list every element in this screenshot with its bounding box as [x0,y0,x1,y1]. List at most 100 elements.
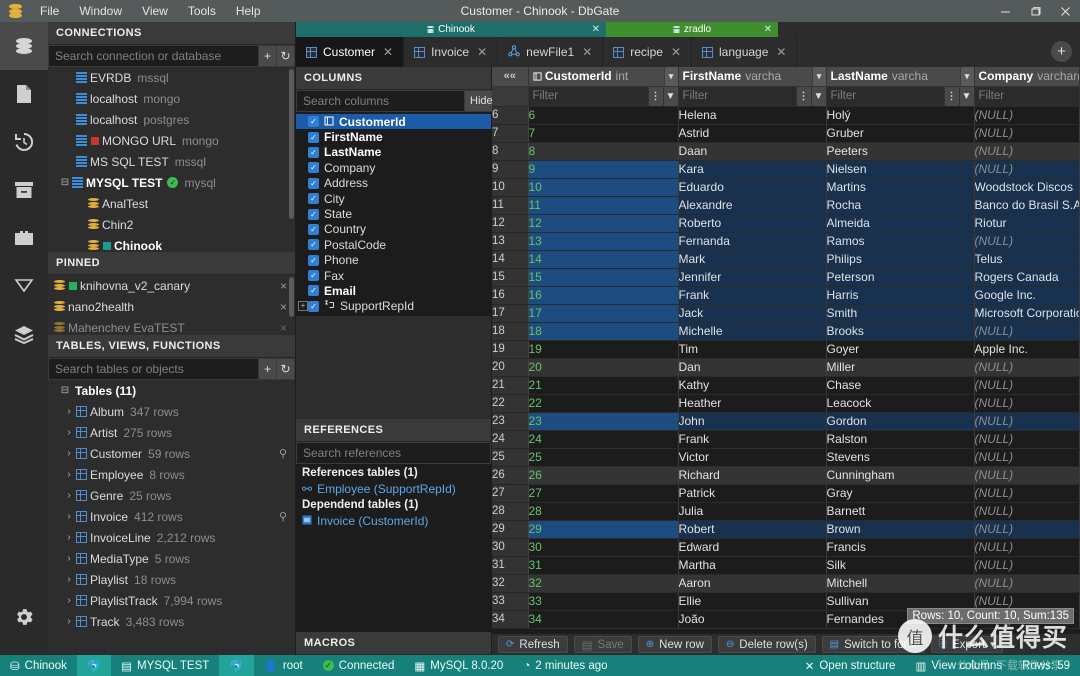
cell-last[interactable]: Brooks [826,322,974,340]
column-item-phone[interactable]: ✓ Phone [296,253,491,268]
menu-file[interactable]: File [30,2,69,20]
cell-last[interactable]: Gruber [826,124,974,142]
cell-company[interactable]: Apple Inc. [974,340,1080,358]
expand-icon[interactable]: + [298,301,308,311]
cell-company[interactable]: (NULL) [974,160,1080,178]
cell-id[interactable]: 9 [528,160,678,178]
checkbox[interactable]: ✓ [308,270,319,281]
cell-id[interactable]: 23 [528,412,678,430]
close-icon[interactable]: ✕ [477,45,487,59]
table-row[interactable]: 2424FrankRalston(NULL) [492,430,1080,448]
cell-first[interactable]: Jack [678,304,826,322]
cell-company[interactable]: (NULL) [974,520,1080,538]
rail-archive-icon[interactable] [0,166,48,214]
expand-icon[interactable]: › [62,553,76,564]
cell-first[interactable]: Alexandre [678,196,826,214]
cell-id[interactable]: 15 [528,268,678,286]
cell-id[interactable]: 19 [528,340,678,358]
cell-company[interactable]: (NULL) [974,502,1080,520]
cell-id[interactable]: 8 [528,142,678,160]
pin-icon[interactable]: ⚲ [279,510,287,523]
expand-icon[interactable]: › [62,511,76,522]
column-item-country[interactable]: ✓ Country [296,222,491,237]
cell-id[interactable]: 13 [528,232,678,250]
cell-company[interactable]: (NULL) [974,232,1080,250]
table-row[interactable]: 1313FernandaRamos(NULL) [492,232,1080,250]
chevron-down-icon[interactable]: ▾ [664,67,678,86]
cell-company[interactable]: (NULL) [974,466,1080,484]
grid-header-firstname[interactable]: FirstNamevarcha ▾ [678,67,826,86]
cell-first[interactable]: Frank [678,430,826,448]
cell-last[interactable]: Brown [826,520,974,538]
row-number[interactable]: 21 [492,376,528,394]
menu-tools[interactable]: Tools [178,2,226,20]
table-row[interactable]: 2626RichardCunningham(NULL) [492,466,1080,484]
row-number[interactable]: 24 [492,430,528,448]
checkbox[interactable]: ✓ [308,116,319,127]
cell-id[interactable]: 28 [528,502,678,520]
cell-id[interactable]: 21 [528,376,678,394]
cell-id[interactable]: 34 [528,610,678,628]
cell-company[interactable]: (NULL) [974,358,1080,376]
row-number[interactable]: 6 [492,106,528,124]
cell-id[interactable]: 31 [528,556,678,574]
cell-last[interactable]: Gray [826,484,974,502]
connection-item[interactable]: MS SQL TEST mssql [48,151,295,172]
row-number[interactable]: 17 [492,304,528,322]
cell-first[interactable]: Tim [678,340,826,358]
table-row[interactable]: 1414MarkPhilipsTelus [492,250,1080,268]
refresh-tables-button[interactable]: ↻ [277,358,295,380]
column-item-postalcode[interactable]: ✓ PostalCode [296,237,491,252]
cell-first[interactable]: Kara [678,160,826,178]
checkbox[interactable]: ✓ [308,255,319,266]
table-row[interactable]: 1818MichelleBrooks(NULL) [492,322,1080,340]
table-row[interactable]: 2929RobertBrown(NULL) [492,520,1080,538]
checkbox[interactable]: ✓ [308,147,319,158]
data-grid-scroll[interactable]: «« CustomerIdint ▾ FirstNamevarcha ▾ [492,67,1080,633]
column-item-state[interactable]: ✓ State [296,206,491,221]
row-number[interactable]: 26 [492,466,528,484]
cell-company[interactable]: Riotur [974,214,1080,232]
add-table-button[interactable]: + [259,358,277,380]
menu-help[interactable]: Help [226,2,271,20]
cell-first[interactable]: Ellie [678,592,826,610]
table-item-customer[interactable]: › Customer 59 rows ⚲ [48,443,295,464]
export-button[interactable]: ⎘ Export ▾ [931,636,1003,653]
column-item-customerid[interactable]: ✓ CustomerId [296,114,491,129]
cell-id[interactable]: 18 [528,322,678,340]
cell-id[interactable]: 33 [528,592,678,610]
cell-last[interactable]: Holý [826,106,974,124]
table-row[interactable]: 88DaanPeeters(NULL) [492,142,1080,160]
cell-company[interactable]: (NULL) [974,484,1080,502]
filter-input-company[interactable] [975,87,1080,106]
table-row[interactable]: 2727PatrickGray(NULL) [492,484,1080,502]
dependend-link-invoice[interactable]: Invoice (CustomerId) [296,513,491,529]
cell-id[interactable]: 14 [528,250,678,268]
table-item-album[interactable]: › Album 347 rows [48,401,295,422]
tab-newfile1[interactable]: newFile1 ✕ [498,37,603,67]
checkbox[interactable]: ✓ [308,224,319,235]
cell-first[interactable]: Jennifer [678,268,826,286]
row-number[interactable]: 25 [492,448,528,466]
cell-first[interactable]: Daan [678,142,826,160]
cell-id[interactable]: 11 [528,196,678,214]
menu-view[interactable]: View [132,2,178,20]
row-number[interactable]: 20 [492,358,528,376]
switch-to-form-button[interactable]: ▤ Switch to form [822,636,925,653]
table-item-employee[interactable]: › Employee 8 rows [48,464,295,485]
close-icon[interactable]: ✕ [383,45,393,59]
table-row[interactable]: 1919TimGoyerApple Inc. [492,340,1080,358]
cell-company[interactable]: (NULL) [974,142,1080,160]
database-item-chinook[interactable]: Chinook [48,235,295,252]
refresh-button[interactable]: ⟳ Refresh [498,636,568,653]
db-tab-zradlo[interactable]: zradlo ✕ [606,22,778,37]
status-user[interactable]: 👤 root [254,655,313,676]
cell-last[interactable]: Goyer [826,340,974,358]
close-icon[interactable]: × [280,321,287,335]
cell-first[interactable]: Mark [678,250,826,268]
table-row[interactable]: 3131MarthaSilk(NULL) [492,556,1080,574]
row-number[interactable]: 7 [492,124,528,142]
row-number[interactable]: 14 [492,250,528,268]
status-mysql-badge[interactable]: 🐬 [77,655,111,676]
table-row[interactable]: 2121KathyChase(NULL) [492,376,1080,394]
